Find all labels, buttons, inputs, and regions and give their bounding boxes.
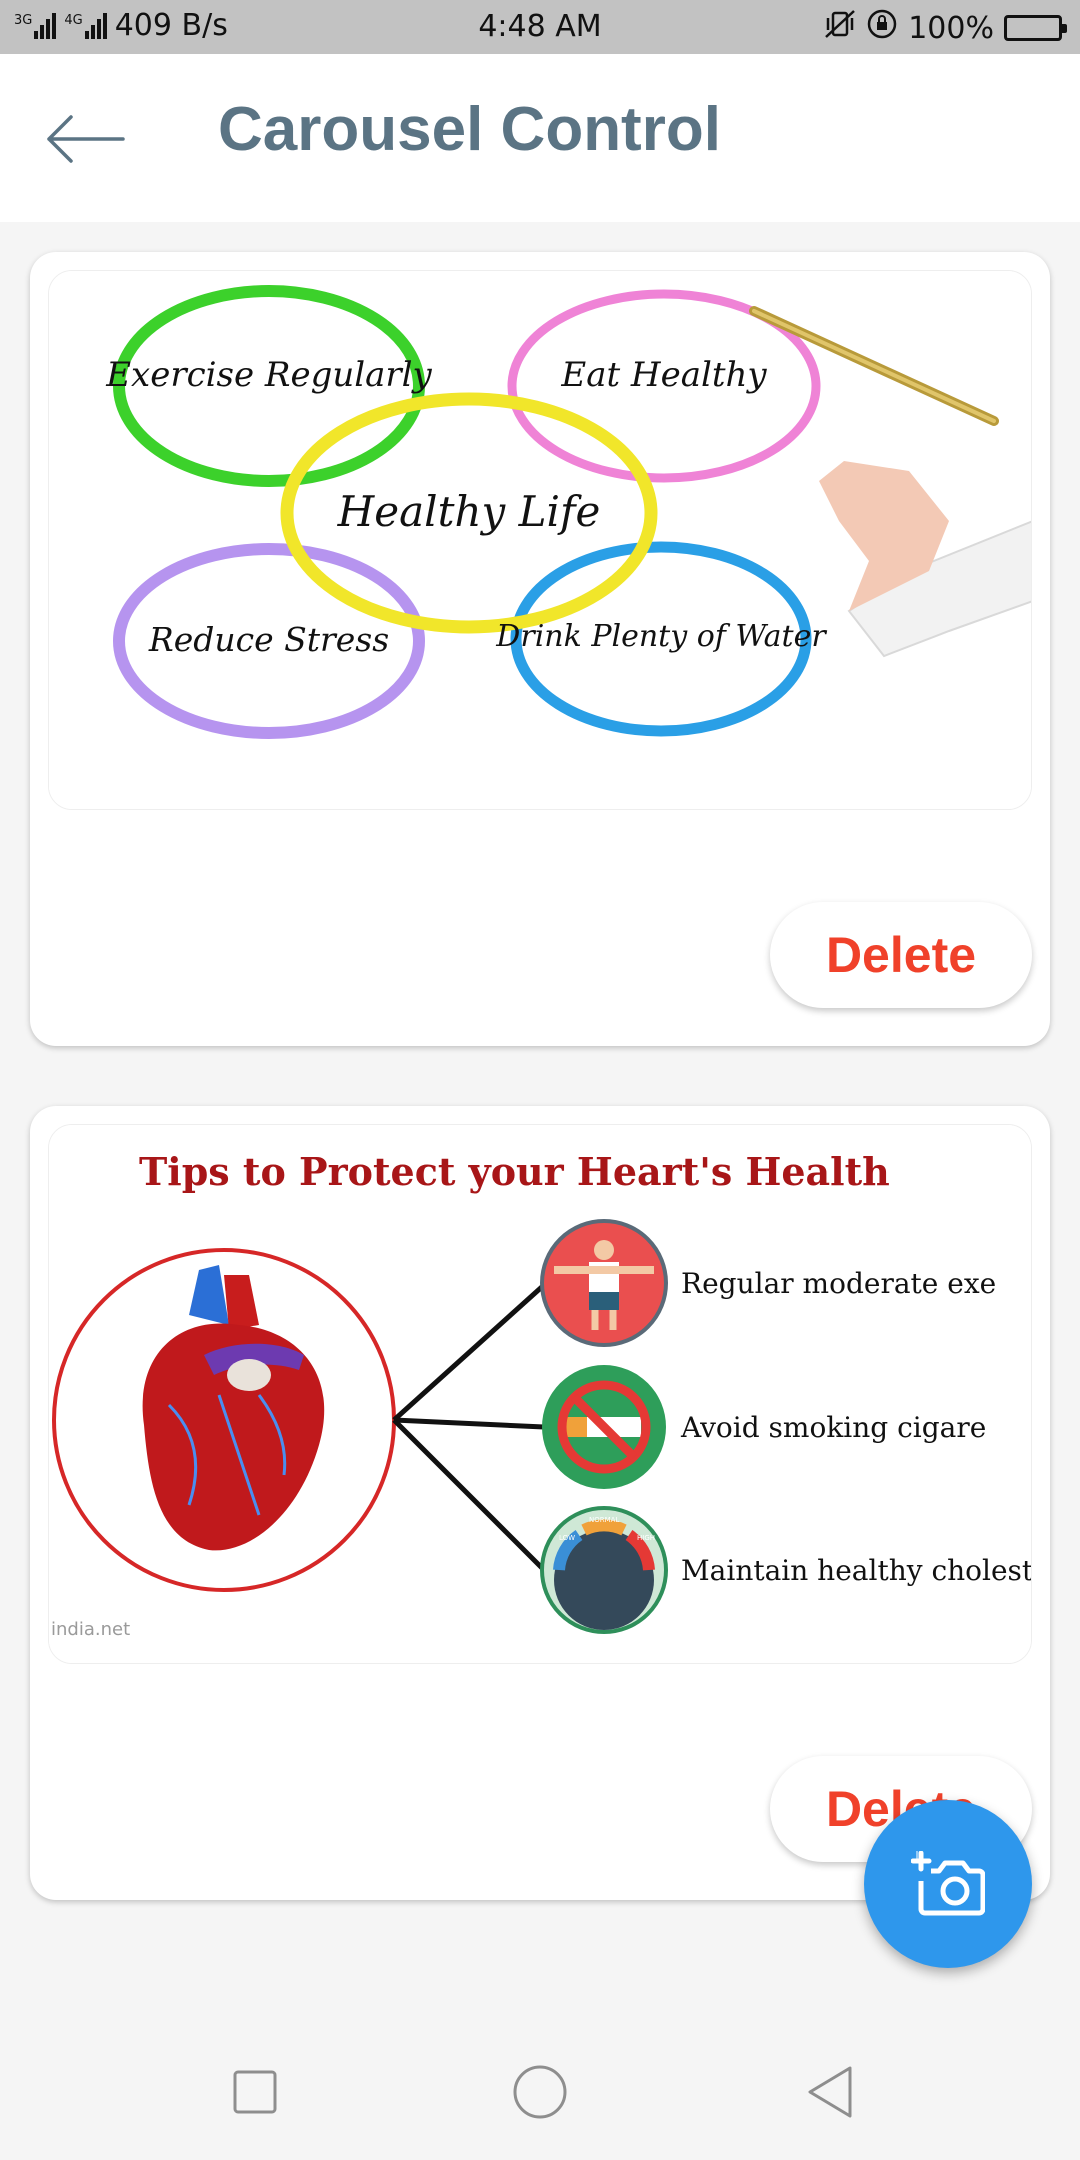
battery-percent: 100% — [908, 10, 994, 46]
back-button[interactable] — [40, 104, 130, 174]
tip-text: Avoid smoking cigare — [680, 1411, 986, 1444]
carousel-card: Exercise Regularly Eat Healthy Healthy L… — [30, 252, 1050, 1046]
battery-icon — [1004, 15, 1067, 41]
add-photo-icon — [911, 1851, 985, 1916]
home-icon — [513, 2065, 567, 2119]
vibrate-icon — [824, 9, 856, 47]
circle-label: Exercise Regularly — [105, 355, 432, 395]
carousel-image[interactable]: Tips to Protect your Heart's Health LOW … — [48, 1124, 1032, 1664]
gauge-label: NORMAL — [589, 1516, 619, 1524]
back-nav-button[interactable] — [790, 2052, 870, 2132]
watermark: india.net — [51, 1619, 130, 1640]
delete-button[interactable]: Delete — [770, 902, 1032, 1008]
carousel-card: Tips to Protect your Heart's Health LOW … — [30, 1106, 1050, 1900]
back-triangle-icon — [808, 2066, 852, 2118]
exercise-icon — [540, 1219, 668, 1347]
tip-text: Maintain healthy cholesterol levels — [681, 1554, 1032, 1587]
recent-apps-button[interactable] — [215, 2052, 295, 2132]
page-title: Carousel Control — [218, 95, 721, 164]
circle-label: Reduce Stress — [148, 620, 389, 659]
circle-label: Healthy Life — [337, 487, 601, 536]
infographic-heading: Tips to Protect your Heart's Health — [139, 1149, 890, 1194]
status-right: 100% — [824, 8, 1067, 48]
gauge-label: HIGH — [637, 1534, 655, 1542]
status-bar: 3G 4G 409 B/s 4:48 AM 100% — [0, 0, 1080, 54]
cholesterol-gauge-icon: LOW NORMAL HIGH — [540, 1506, 668, 1634]
circle-label: Eat Healthy — [560, 355, 767, 395]
healthy-life-diagram: Exercise Regularly Eat Healthy Healthy L… — [49, 271, 1031, 809]
home-button[interactable] — [500, 2052, 580, 2132]
gauge-label: LOW — [559, 1534, 575, 1542]
carousel-image[interactable]: Exercise Regularly Eat Healthy Healthy L… — [48, 270, 1032, 810]
arrow-left-icon — [47, 115, 125, 163]
add-photo-button[interactable] — [864, 1800, 1032, 1968]
recent-apps-icon — [233, 2070, 277, 2114]
heart-health-infographic: Tips to Protect your Heart's Health LOW … — [49, 1125, 1032, 1663]
tip-text: Regular moderate exe — [681, 1267, 996, 1300]
circle-label: Drink Plenty of Water — [495, 619, 827, 654]
no-smoking-icon — [542, 1365, 666, 1489]
system-nav-bar — [0, 2010, 1080, 2160]
app-bar: Carousel Control — [0, 54, 1080, 222]
rotation-lock-icon — [866, 8, 898, 48]
